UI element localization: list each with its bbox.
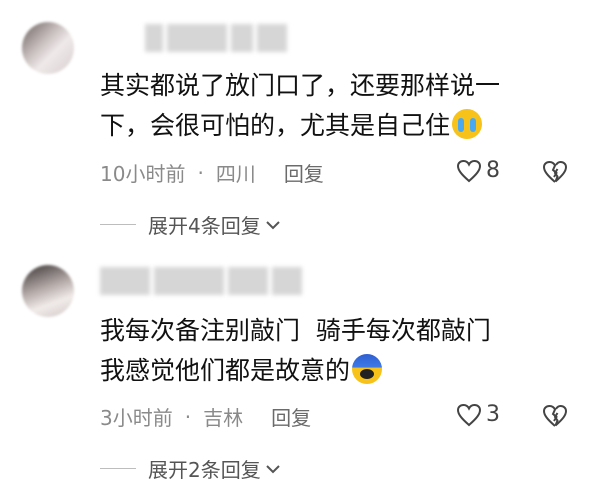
reply-button[interactable]: 回复 <box>284 158 324 187</box>
username-blurred[interactable] <box>145 24 295 52</box>
timestamp: 10小时前 <box>100 162 186 186</box>
location: 四川 <box>215 162 256 186</box>
like-count: 3 <box>486 402 500 427</box>
face-screaming-in-fear-icon <box>352 354 383 384</box>
username-blurred[interactable] <box>100 267 310 295</box>
dislike-button[interactable] <box>542 160 568 188</box>
like-count: 8 <box>486 158 500 183</box>
avatar[interactable] <box>22 265 74 317</box>
location: 吉林 <box>203 406 244 430</box>
comment-text-segment: 下，会很可怕的，尤其是自己住 <box>100 111 451 140</box>
expand-replies-button[interactable]: 展开4条回复 <box>100 210 281 239</box>
comment-meta: 10小时前 · 四川 回复 <box>100 158 324 187</box>
timestamp: 3小时前 <box>100 406 173 430</box>
comment-text-line: 我感觉他们都是故意的 <box>100 351 570 391</box>
separator: · <box>184 404 192 429</box>
chevron-down-icon <box>266 220 280 229</box>
reply-button[interactable]: 回复 <box>271 402 311 431</box>
broken-heart-icon <box>542 160 568 183</box>
broken-heart-icon <box>542 404 568 427</box>
avatar[interactable] <box>22 22 74 74</box>
comment-text-segment: 我感觉他们都是故意的 <box>100 356 351 385</box>
comment-text-line: 下，会很可怕的，尤其是自己住 <box>100 106 570 146</box>
heart-icon <box>456 403 482 426</box>
comment-text-line: 我每次备注别敲门 骑手每次都敲门 <box>100 316 491 345</box>
chevron-down-icon <box>266 464 280 473</box>
separator: · <box>197 160 204 185</box>
divider <box>100 468 136 469</box>
loudly-crying-face-icon <box>452 109 483 139</box>
divider <box>100 224 136 225</box>
heart-icon <box>456 159 482 182</box>
like-button[interactable]: 3 <box>456 402 500 427</box>
expand-replies-button[interactable]: 展开2条回复 <box>100 454 281 483</box>
expand-replies-label: 展开4条回复 <box>148 214 261 238</box>
expand-replies-label: 展开2条回复 <box>148 458 261 482</box>
comment-text: 我每次备注别敲门 骑手每次都敲门 我感觉他们都是故意的 <box>100 311 570 391</box>
comment-meta: 3小时前 · 吉林 回复 <box>100 402 311 431</box>
dislike-button[interactable] <box>542 404 568 432</box>
comment-text: 其实都说了放门口了，还要那样说一 下，会很可怕的，尤其是自己住 <box>100 66 570 146</box>
like-button[interactable]: 8 <box>456 158 500 183</box>
comment-item: 其实都说了放门口了，还要那样说一 下，会很可怕的，尤其是自己住 10小时前 · … <box>0 0 600 250</box>
comment-text-line: 其实都说了放门口了，还要那样说一 <box>100 71 501 100</box>
comment-item: 我每次备注别敲门 骑手每次都敲门 我感觉他们都是故意的 3小时前 · 吉林 回复… <box>0 255 600 500</box>
